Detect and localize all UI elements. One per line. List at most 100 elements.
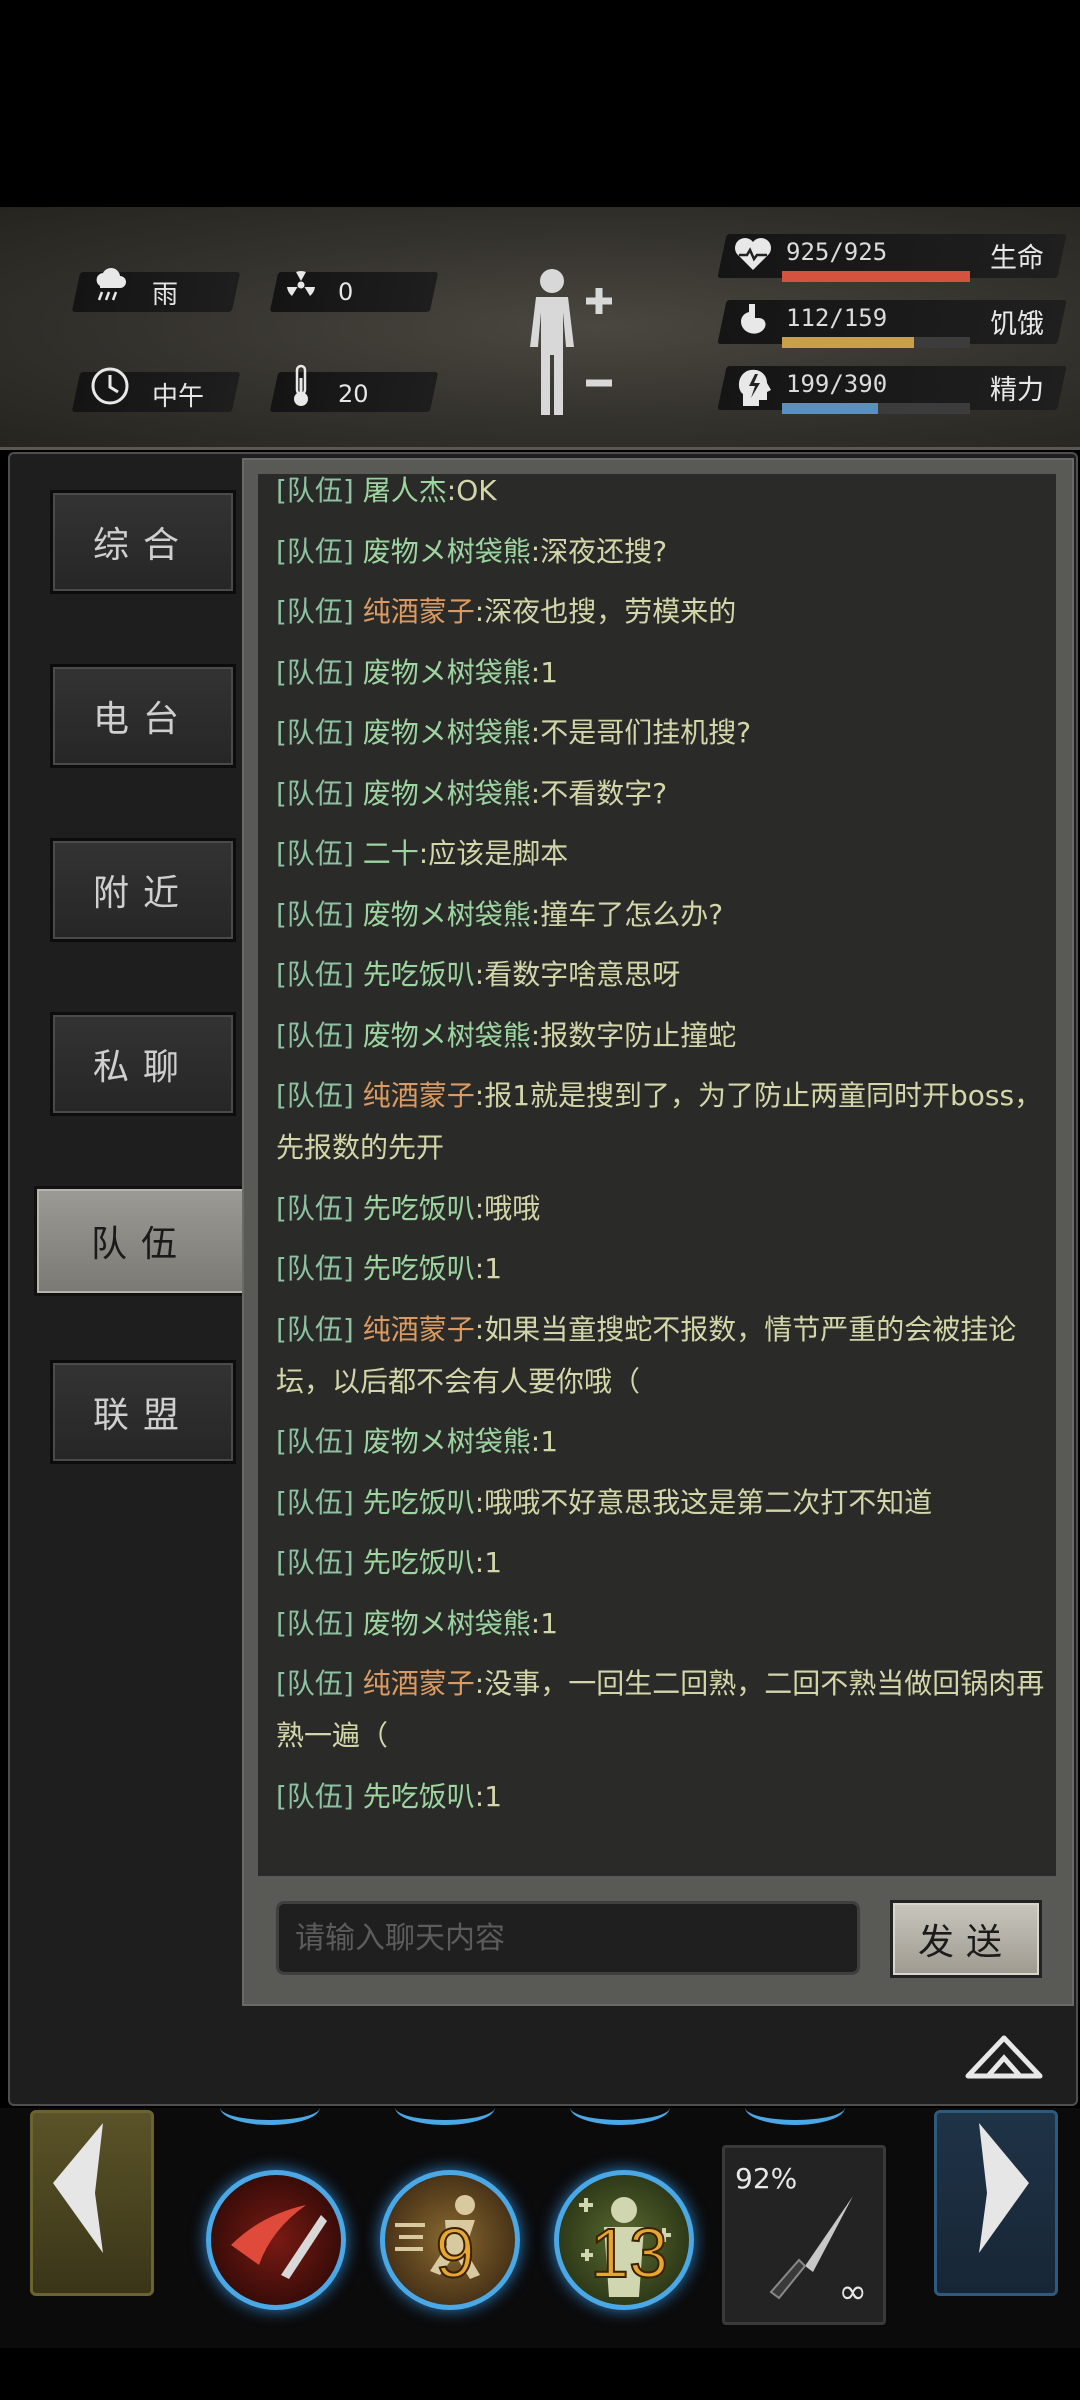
chat-message: [队伍] 二十:应该是脚本 [276,828,1046,880]
message-text: :1 [474,1252,503,1285]
chat-message: [队伍] 废物メ树袋熊:撞车了怎么办? [276,889,1046,941]
message-sender[interactable]: 废物メ树袋熊 [363,1425,531,1458]
skill-slot-partial [570,2090,670,2125]
message-sender[interactable]: 废物メ树袋熊 [363,656,531,689]
message-channel: [队伍] [276,1667,354,1700]
message-text: :不是哥们挂机搜? [530,716,752,749]
tab-general[interactable]: 综合 [50,490,236,594]
energy-value: 199/390 [786,370,888,398]
temperature-value: 20 [338,380,369,408]
message-channel: [队伍] [276,1079,354,1112]
sprint-skill-button[interactable]: 9 [380,2170,520,2310]
message-text: :报数字防止撞蛇 [530,1018,737,1052]
message-text: :1 [530,1606,559,1640]
weapon-slot[interactable]: 92% ∞ [722,2145,886,2325]
heal-skill-button[interactable]: 13 [554,2170,694,2310]
chat-message: [队伍] 纯酒蒙子:深夜也搜，劳模来的 [276,586,1046,638]
message-scroll-area[interactable]: [队伍] 屠人杰:OK [队伍] 废物メ树袋熊:深夜还搜? [队伍] 纯酒蒙子:深夜… [258,474,1056,1876]
hunger-bar [782,337,970,348]
message-sender[interactable]: 先吃饭叭 [363,1486,475,1519]
hunger-value: 112/159 [786,304,888,332]
message-channel: [队伍] [276,534,354,568]
send-button[interactable]: 发送 [890,1900,1042,1978]
message-text: :1 [474,1779,503,1813]
chat-message: [队伍] 纯酒蒙子:报1就是搜到了，为了防止两童同时开boss，先报数的先开 [276,1070,1046,1174]
energy-label: 精力 [990,375,1044,406]
message-sender[interactable]: 屠人杰 [363,474,447,507]
stomach-icon [732,300,774,342]
message-sender[interactable]: 废物メ树袋熊 [363,898,531,931]
weather-label: 雨 [152,280,179,310]
prev-page-button[interactable] [30,2110,154,2296]
next-page-button[interactable] [934,2110,1058,2296]
message-channel: [队伍] [276,958,354,991]
tab-radio[interactable]: 电台 [50,664,236,768]
message-channel: [队伍] [276,1312,354,1346]
slash-skill-button[interactable] [206,2170,346,2310]
skill-bar [0,2108,1080,2348]
chat-message: [队伍] 废物メ树袋熊:1 [276,1416,1046,1468]
message-sender[interactable]: 先吃饭叭 [363,958,475,991]
message-sender[interactable]: 纯酒蒙子 [363,1313,475,1346]
message-channel: [队伍] [276,1191,354,1225]
message-sender[interactable]: 废物メ树袋熊 [363,777,531,810]
chat-message: [队伍] 屠人杰:OK [276,474,1046,517]
rain-cloud-icon [92,266,128,315]
message-sender[interactable]: 先吃饭叭 [363,1546,475,1579]
message-text: :哦哦 [474,1191,541,1225]
message-sender[interactable]: 纯酒蒙子 [363,1079,475,1112]
chat-message: [队伍] 废物メ树袋熊:深夜还搜? [276,526,1046,578]
message-sender[interactable]: 二十 [363,837,419,870]
tab-nearby[interactable]: 附近 [50,838,236,942]
slash-attack-icon [231,2205,327,2279]
tab-private[interactable]: 私聊 [50,1012,236,1116]
tab-alliance[interactable]: 联盟 [50,1360,236,1464]
tab-team[interactable]: 队伍 [34,1186,248,1296]
radiation-value: 0 [338,278,354,306]
message-sender[interactable]: 废物メ树袋熊 [363,1019,531,1052]
message-sender[interactable]: 纯酒蒙子 [363,1667,475,1700]
health-bar [782,271,970,282]
message-sender[interactable]: 废物メ树袋熊 [363,1607,531,1640]
message-text: :深夜还搜? [530,534,668,568]
chat-message: [队伍] 先吃饭叭:哦哦 [276,1183,1046,1235]
message-text: :1 [530,1425,559,1458]
chevron-up-icon [965,2035,1043,2079]
message-text: :看数字啥意思呀 [474,958,681,991]
message-channel: [队伍] [276,1779,354,1813]
message-text: :不看数字? [530,776,668,810]
message-channel: [队伍] [276,655,354,689]
message-text: :哦哦不好意思我这是第二次打不知道 [474,1485,933,1519]
message-channel: [队伍] [276,1606,354,1640]
message-channel: [队伍] [276,474,354,507]
chat-message: [队伍] 先吃饭叭:看数字啥意思呀 [276,949,1046,1001]
weapon-ammo: ∞ [838,2272,867,2312]
message-sender[interactable]: 废物メ树袋熊 [363,535,531,568]
time-label: 中午 [152,382,205,412]
radiation-icon [284,268,318,311]
message-sender[interactable]: 先吃饭叭 [363,1252,475,1285]
sprint-skill-count: 9 [435,2213,476,2293]
message-text: :深夜也搜，劳模来的 [474,595,737,628]
skill-slot-partial [395,2090,495,2125]
message-channel: [队伍] [276,1425,354,1458]
body-status-button[interactable] [522,265,612,420]
health-value: 925/925 [786,238,888,266]
message-sender[interactable]: 纯酒蒙子 [363,595,475,628]
energy-bar [782,403,970,414]
collapse-button[interactable] [964,2030,1044,2080]
chat-message: [队伍] 纯酒蒙子:如果当童搜蛇不报数，情节严重的会被挂论坛，以后都不会有人要你… [276,1304,1046,1408]
chat-message: [队伍] 先吃饭叭:1 [276,1243,1046,1295]
message-channel: [队伍] [276,1252,354,1285]
message-text: :1 [474,1546,503,1579]
message-text: :1 [530,655,559,689]
heart-icon [732,234,774,276]
message-channel: [队伍] [276,1018,354,1052]
chat-message: [队伍] 废物メ树袋熊:报数字防止撞蛇 [276,1010,1046,1062]
message-sender[interactable]: 先吃饭叭 [363,1780,475,1813]
chat-message: [队伍] 废物メ树袋熊:1 [276,1598,1046,1650]
chat-message: [队伍] 废物メ树袋熊:不是哥们挂机搜? [276,707,1046,759]
chat-input[interactable] [276,1901,860,1975]
message-sender[interactable]: 先吃饭叭 [363,1192,475,1225]
message-sender[interactable]: 废物メ树袋熊 [363,716,531,749]
